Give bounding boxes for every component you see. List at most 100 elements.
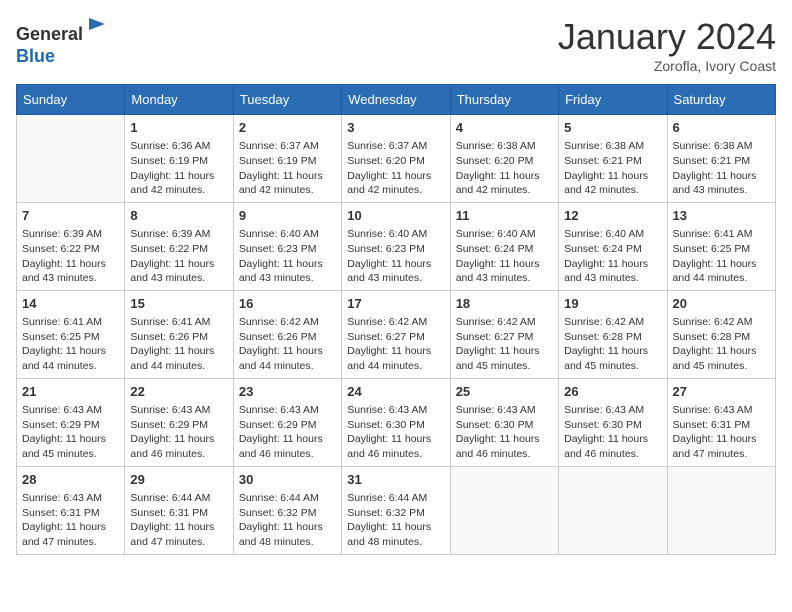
- calendar-cell: 23Sunrise: 6:43 AM Sunset: 6:29 PM Dayli…: [233, 378, 341, 466]
- calendar-cell: 2 Sunrise: 6:37 AM Sunset: 6:19 PM Daylig…: [233, 115, 341, 203]
- day-info: Sunrise: 6:42 AM Sunset: 6:27 PM Dayligh…: [347, 315, 444, 374]
- calendar-cell: 12 Sunrise: 6:40 AM Sunset: 6:24 PM Dayli…: [559, 202, 667, 290]
- day-info: Sunrise: 6:40 AM Sunset: 6:23 PM Dayligh…: [239, 227, 336, 286]
- calendar-week-row: 28Sunrise: 6:43 AM Sunset: 6:31 PM Dayli…: [17, 466, 776, 554]
- calendar-week-row: 7 Sunrise: 6:39 AM Sunset: 6:22 PM Daylig…: [17, 202, 776, 290]
- day-number: 3: [347, 119, 444, 137]
- day-number: 21: [22, 383, 119, 401]
- calendar-cell: 9Sunrise: 6:40 AM Sunset: 6:23 PM Daylig…: [233, 202, 341, 290]
- calendar-cell: [667, 466, 775, 554]
- calendar-cell: 31 Sunrise: 6:44 AM Sunset: 6:32 PM Dayli…: [342, 466, 450, 554]
- day-number: 12: [564, 207, 661, 225]
- day-number: 14: [22, 295, 119, 313]
- day-number: 11: [456, 207, 553, 225]
- day-info: Sunrise: 6:40 AM Sunset: 6:24 PM Dayligh…: [564, 227, 661, 286]
- calendar-cell: 13 Sunrise: 6:41 AM Sunset: 6:25 PM Dayli…: [667, 202, 775, 290]
- calendar-cell: 30 Sunrise: 6:44 AM Sunset: 6:32 PM Dayli…: [233, 466, 341, 554]
- day-info: Sunrise: 6:43 AM Sunset: 6:31 PM Dayligh…: [673, 403, 770, 462]
- day-number: 24: [347, 383, 444, 401]
- day-number: 19: [564, 295, 661, 313]
- calendar-cell: 19Sunrise: 6:42 AM Sunset: 6:28 PM Dayli…: [559, 290, 667, 378]
- calendar-cell: 4 Sunrise: 6:38 AM Sunset: 6:20 PM Daylig…: [450, 115, 558, 203]
- calendar-table: SundayMondayTuesdayWednesdayThursdayFrid…: [16, 84, 776, 555]
- calendar-cell: 21 Sunrise: 6:43 AM Sunset: 6:29 PM Dayli…: [17, 378, 125, 466]
- weekday-header: Tuesday: [233, 85, 341, 115]
- calendar-cell: 14 Sunrise: 6:41 AM Sunset: 6:25 PM Dayli…: [17, 290, 125, 378]
- day-info: Sunrise: 6:37 AM Sunset: 6:20 PM Dayligh…: [347, 139, 444, 198]
- logo-blue-text: Blue: [16, 46, 55, 66]
- day-info: Sunrise: 6:38 AM Sunset: 6:21 PM Dayligh…: [564, 139, 661, 198]
- calendar-cell: 11 Sunrise: 6:40 AM Sunset: 6:24 PM Dayli…: [450, 202, 558, 290]
- day-number: 20: [673, 295, 770, 313]
- day-info: Sunrise: 6:44 AM Sunset: 6:32 PM Dayligh…: [347, 491, 444, 550]
- calendar-cell: 8 Sunrise: 6:39 AM Sunset: 6:22 PM Daylig…: [125, 202, 233, 290]
- day-info: Sunrise: 6:37 AM Sunset: 6:19 PM Dayligh…: [239, 139, 336, 198]
- day-info: Sunrise: 6:44 AM Sunset: 6:32 PM Dayligh…: [239, 491, 336, 550]
- day-info: Sunrise: 6:42 AM Sunset: 6:28 PM Dayligh…: [673, 315, 770, 374]
- calendar-cell: 6Sunrise: 6:38 AM Sunset: 6:21 PM Daylig…: [667, 115, 775, 203]
- day-info: Sunrise: 6:43 AM Sunset: 6:29 PM Dayligh…: [239, 403, 336, 462]
- calendar-cell: [559, 466, 667, 554]
- day-number: 26: [564, 383, 661, 401]
- calendar-cell: 26 Sunrise: 6:43 AM Sunset: 6:30 PM Dayli…: [559, 378, 667, 466]
- day-number: 29: [130, 471, 227, 489]
- day-number: 10: [347, 207, 444, 225]
- day-info: Sunrise: 6:42 AM Sunset: 6:26 PM Dayligh…: [239, 315, 336, 374]
- header-row: SundayMondayTuesdayWednesdayThursdayFrid…: [17, 85, 776, 115]
- weekday-header: Sunday: [17, 85, 125, 115]
- day-info: Sunrise: 6:43 AM Sunset: 6:30 PM Dayligh…: [347, 403, 444, 462]
- day-info: Sunrise: 6:41 AM Sunset: 6:25 PM Dayligh…: [22, 315, 119, 374]
- day-number: 25: [456, 383, 553, 401]
- day-info: Sunrise: 6:41 AM Sunset: 6:26 PM Dayligh…: [130, 315, 227, 374]
- calendar-cell: 15 Sunrise: 6:41 AM Sunset: 6:26 PM Dayli…: [125, 290, 233, 378]
- page-header: General Blue January 2024 Zorofla, Ivory…: [16, 16, 776, 74]
- location: Zorofla, Ivory Coast: [558, 58, 776, 74]
- day-number: 15: [130, 295, 227, 313]
- calendar-cell: 5 Sunrise: 6:38 AM Sunset: 6:21 PM Daylig…: [559, 115, 667, 203]
- day-number: 31: [347, 471, 444, 489]
- calendar-cell: 25Sunrise: 6:43 AM Sunset: 6:30 PM Dayli…: [450, 378, 558, 466]
- day-number: 8: [130, 207, 227, 225]
- calendar-cell: 22 Sunrise: 6:43 AM Sunset: 6:29 PM Dayli…: [125, 378, 233, 466]
- day-number: 4: [456, 119, 553, 137]
- day-info: Sunrise: 6:36 AM Sunset: 6:19 PM Dayligh…: [130, 139, 227, 198]
- calendar-cell: 29 Sunrise: 6:44 AM Sunset: 6:31 PM Dayli…: [125, 466, 233, 554]
- day-info: Sunrise: 6:41 AM Sunset: 6:25 PM Dayligh…: [673, 227, 770, 286]
- day-number: 30: [239, 471, 336, 489]
- month-title: January 2024: [558, 16, 776, 58]
- calendar-cell: 1Sunrise: 6:36 AM Sunset: 6:19 PM Daylig…: [125, 115, 233, 203]
- day-number: 16: [239, 295, 336, 313]
- day-number: 27: [673, 383, 770, 401]
- day-number: 5: [564, 119, 661, 137]
- calendar-cell: [17, 115, 125, 203]
- calendar-cell: [450, 466, 558, 554]
- day-info: Sunrise: 6:42 AM Sunset: 6:27 PM Dayligh…: [456, 315, 553, 374]
- weekday-header: Wednesday: [342, 85, 450, 115]
- calendar-week-row: 1Sunrise: 6:36 AM Sunset: 6:19 PM Daylig…: [17, 115, 776, 203]
- day-number: 6: [673, 119, 770, 137]
- day-number: 28: [22, 471, 119, 489]
- day-number: 17: [347, 295, 444, 313]
- calendar-cell: 27 Sunrise: 6:43 AM Sunset: 6:31 PM Dayli…: [667, 378, 775, 466]
- day-number: 22: [130, 383, 227, 401]
- day-number: 2: [239, 119, 336, 137]
- day-info: Sunrise: 6:43 AM Sunset: 6:29 PM Dayligh…: [22, 403, 119, 462]
- day-info: Sunrise: 6:44 AM Sunset: 6:31 PM Dayligh…: [130, 491, 227, 550]
- calendar-cell: 7 Sunrise: 6:39 AM Sunset: 6:22 PM Daylig…: [17, 202, 125, 290]
- calendar-cell: 17 Sunrise: 6:42 AM Sunset: 6:27 PM Dayli…: [342, 290, 450, 378]
- calendar-week-row: 14 Sunrise: 6:41 AM Sunset: 6:25 PM Dayli…: [17, 290, 776, 378]
- day-info: Sunrise: 6:39 AM Sunset: 6:22 PM Dayligh…: [130, 227, 227, 286]
- day-info: Sunrise: 6:43 AM Sunset: 6:29 PM Dayligh…: [130, 403, 227, 462]
- day-info: Sunrise: 6:38 AM Sunset: 6:20 PM Dayligh…: [456, 139, 553, 198]
- weekday-header: Saturday: [667, 85, 775, 115]
- weekday-header: Thursday: [450, 85, 558, 115]
- day-number: 7: [22, 207, 119, 225]
- calendar-week-row: 21 Sunrise: 6:43 AM Sunset: 6:29 PM Dayli…: [17, 378, 776, 466]
- day-number: 13: [673, 207, 770, 225]
- day-info: Sunrise: 6:40 AM Sunset: 6:24 PM Dayligh…: [456, 227, 553, 286]
- day-info: Sunrise: 6:43 AM Sunset: 6:30 PM Dayligh…: [564, 403, 661, 462]
- day-info: Sunrise: 6:39 AM Sunset: 6:22 PM Dayligh…: [22, 227, 119, 286]
- logo: General Blue: [16, 16, 109, 67]
- calendar-cell: 16 Sunrise: 6:42 AM Sunset: 6:26 PM Dayli…: [233, 290, 341, 378]
- calendar-cell: 18Sunrise: 6:42 AM Sunset: 6:27 PM Dayli…: [450, 290, 558, 378]
